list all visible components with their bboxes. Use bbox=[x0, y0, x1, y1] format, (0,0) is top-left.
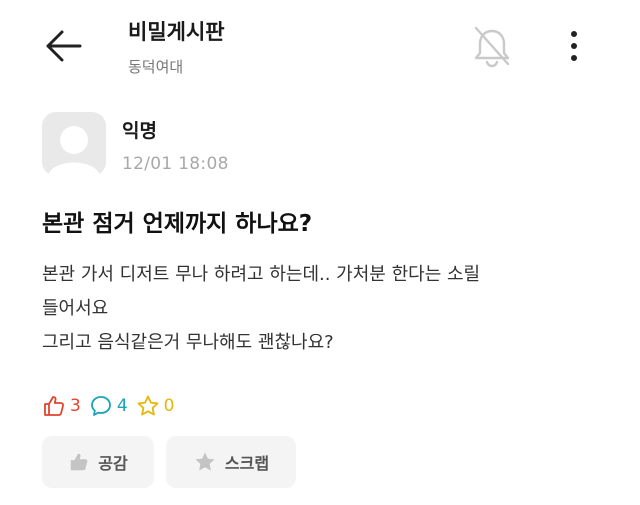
bell-off-icon bbox=[474, 26, 510, 68]
author-name: 익명 bbox=[122, 120, 157, 142]
board-title: 비밀게시판 bbox=[128, 20, 225, 44]
like-button-label: 공감 bbox=[98, 454, 128, 473]
like-count: 3 bbox=[42, 394, 81, 418]
school-name: 동덕여대 bbox=[128, 58, 184, 76]
speech-bubble-icon bbox=[90, 396, 111, 416]
star-icon bbox=[195, 452, 215, 471]
thumbs-up-icon bbox=[71, 453, 88, 471]
post-body-line: 그리고 음식같은거 무나해도 괜찮나요? bbox=[42, 332, 334, 353]
comment-count: 4 bbox=[89, 394, 128, 418]
back-button[interactable] bbox=[40, 24, 88, 68]
post-stats: 3 4 0 bbox=[42, 392, 182, 420]
like-count-value: 3 bbox=[70, 396, 81, 416]
more-options-button[interactable] bbox=[560, 26, 588, 66]
post-title: 본관 점거 언제까지 하나요? bbox=[42, 211, 313, 237]
anonymous-user-icon bbox=[48, 126, 100, 176]
scrap-button[interactable]: 스크랩 bbox=[166, 436, 296, 488]
scrap-button-label: 스크랩 bbox=[224, 454, 270, 473]
post-body-line: 들어서요 bbox=[42, 298, 109, 319]
avatar bbox=[42, 112, 106, 176]
vertical-dots-icon bbox=[571, 31, 577, 61]
notification-button[interactable] bbox=[468, 22, 516, 70]
thumbs-up-icon bbox=[44, 396, 65, 416]
scrap-count-value: 0 bbox=[163, 396, 175, 416]
comment-count-value: 4 bbox=[116, 396, 128, 416]
like-button[interactable]: 공감 bbox=[42, 436, 154, 488]
star-icon bbox=[137, 395, 159, 416]
post-body: 본관 가서 디저트 무나 하려고 하는데.. 가처분 한다는 소릴 들어서요 그… bbox=[42, 258, 602, 360]
arrow-left-icon bbox=[46, 30, 82, 62]
post-body-line: 본관 가서 디저트 무나 하려고 하는데.. 가처분 한다는 소릴 bbox=[42, 264, 481, 285]
top-bar: 비밀게시판 동덕여대 bbox=[0, 0, 640, 90]
scrap-count: 0 bbox=[136, 394, 175, 418]
post-timestamp: 12/01 18:08 bbox=[122, 154, 229, 174]
